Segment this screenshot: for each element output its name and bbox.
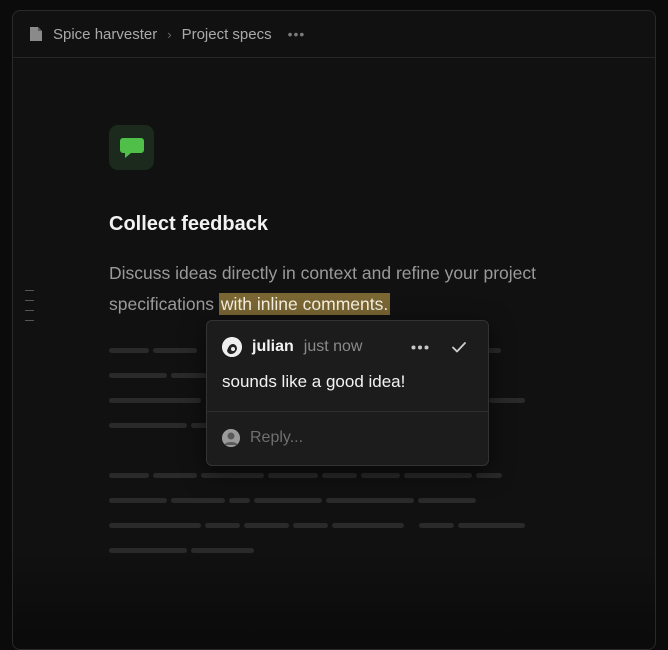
chat-bubble-icon bbox=[109, 125, 154, 170]
doc-title: Collect feedback bbox=[109, 213, 268, 235]
comment-header: julian just now bbox=[222, 337, 362, 357]
top-bar: Spice harvester › Project specs ••• bbox=[13, 11, 655, 58]
check-icon[interactable] bbox=[451, 339, 467, 355]
avatar bbox=[222, 429, 240, 447]
breadcrumb-workspace[interactable]: Spice harvester bbox=[53, 26, 157, 43]
breadcrumb-page[interactable]: Project specs bbox=[182, 26, 272, 43]
comment-body: sounds like a good idea! bbox=[222, 372, 406, 391]
comment-author: julian bbox=[252, 338, 294, 355]
app-window: Spice harvester › Project specs ••• Coll… bbox=[12, 10, 656, 650]
highlighted-text[interactable]: with inline comments. bbox=[218, 293, 391, 315]
avatar[interactable] bbox=[222, 337, 242, 357]
ellipsis-icon[interactable] bbox=[411, 345, 429, 350]
comment-popover: julian just now sounds like a good idea! bbox=[206, 320, 489, 466]
reply-input[interactable] bbox=[250, 429, 450, 447]
reply-row bbox=[222, 429, 450, 447]
comment-timestamp: just now bbox=[303, 338, 363, 355]
drag-handle[interactable] bbox=[25, 290, 35, 330]
doc-description: Discuss ideas directly in context and re… bbox=[109, 258, 549, 320]
divider bbox=[207, 411, 488, 412]
breadcrumb-more-icon[interactable]: ••• bbox=[288, 26, 306, 42]
bottom-fade bbox=[13, 551, 655, 649]
breadcrumb-separator: › bbox=[167, 26, 172, 42]
document-icon bbox=[30, 27, 42, 41]
